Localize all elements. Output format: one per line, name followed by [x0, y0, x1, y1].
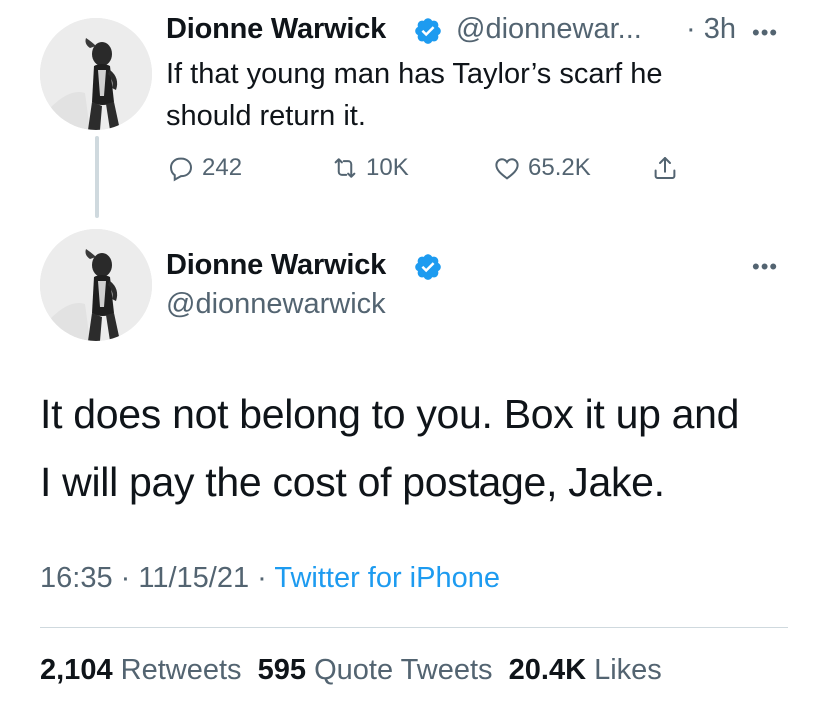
- parent-tweet-time[interactable]: · 3h: [686, 13, 736, 46]
- main-author-name[interactable]: Dionne Warwick: [166, 249, 386, 282]
- parent-author-handle[interactable]: @dionnewar...: [456, 13, 642, 46]
- more-icon[interactable]: •••: [752, 256, 778, 278]
- retweets-stat[interactable]: 2,104 Retweets: [40, 654, 242, 686]
- more-icon[interactable]: •••: [752, 22, 778, 44]
- tweet-timestamp[interactable]: 16:35 · 11/15/21 ·: [40, 562, 274, 594]
- share-icon: [654, 157, 676, 179]
- likes-count: 20.4K: [508, 654, 587, 686]
- reply-button[interactable]: 242: [166, 153, 242, 183]
- like-button[interactable]: 65.2K: [492, 153, 591, 183]
- main-tweet-text-line1: It does not belong to you. Box it up and: [40, 391, 740, 437]
- quotes-count: 595: [257, 654, 307, 686]
- retweet-icon: [334, 158, 356, 178]
- reply-count: 242: [202, 154, 243, 181]
- quotes-stat[interactable]: 595 Quote Tweets: [258, 654, 493, 686]
- retweets-count: 2,104: [40, 654, 113, 686]
- tweet-timestamp-line: 16:35 · 11/15/21 · Twitter for iPhone: [40, 562, 500, 595]
- divider: [40, 627, 788, 628]
- retweet-count: 10K: [366, 154, 409, 181]
- heart-icon: [495, 158, 519, 180]
- retweets-label: Retweets: [120, 654, 242, 686]
- share-button[interactable]: [650, 153, 686, 183]
- parent-author-name[interactable]: Dionne Warwick: [166, 13, 386, 46]
- parent-avatar[interactable]: [40, 18, 152, 130]
- like-count: 65.2K: [528, 154, 591, 181]
- main-avatar[interactable]: [40, 229, 152, 341]
- main-tweet-text-line2: I will pay the cost of postage, Jake.: [40, 459, 665, 505]
- parent-tweet-text-line2: should return it.: [166, 100, 366, 132]
- likes-stat[interactable]: 20.4K Likes: [509, 654, 662, 686]
- retweet-button[interactable]: 10K: [330, 153, 409, 183]
- reply-icon: [169, 157, 193, 182]
- thread-connector-line: [95, 136, 99, 218]
- likes-label: Likes: [594, 654, 662, 686]
- main-author-handle[interactable]: @dionnewarwick: [166, 288, 386, 321]
- verified-badge-icon: [413, 252, 443, 282]
- quotes-label: Quote Tweets: [314, 654, 493, 686]
- tweet-source-link[interactable]: Twitter for iPhone: [274, 562, 500, 594]
- verified-badge-icon: [413, 16, 443, 46]
- parent-tweet-text-line1: If that young man has Taylor’s scarf he: [166, 58, 663, 90]
- tweet-stats: 2,104 Retweets 595 Quote Tweets 20.4K Li…: [40, 654, 662, 687]
